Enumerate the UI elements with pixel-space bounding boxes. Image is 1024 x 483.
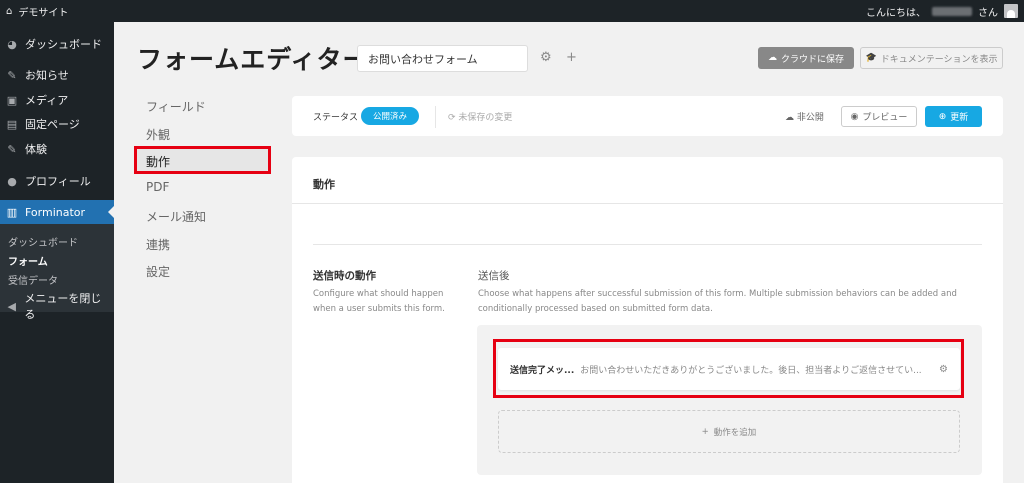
cloud-icon: ☁ (785, 112, 794, 123)
add-behavior-button[interactable]: + 動作を追加 (498, 410, 960, 453)
submenu-forms[interactable]: フォーム (8, 253, 48, 268)
avatar[interactable] (1004, 4, 1018, 18)
behavior-card: 動作 送信時の動作 Configure what should happen w… (292, 157, 1003, 483)
greeting: こんにちは、 (866, 7, 926, 19)
documentation-button[interactable]: 🎓 ドキュメンテーションを表示 (860, 47, 1003, 69)
sidebar-item-label: 体験 (25, 143, 47, 156)
sidebar-item-media[interactable]: ▣ メディア (0, 88, 114, 112)
dashboard-icon: ◕ (7, 37, 17, 51)
nav-fields[interactable]: フィールド (146, 98, 206, 115)
sidebar-item-label: 固定ページ (25, 118, 80, 131)
eye-icon: ◉ (850, 111, 859, 122)
sidebar-item-label: プロフィール (25, 175, 91, 188)
unpublish-label: 非公開 (796, 112, 824, 123)
form-name-input[interactable]: お問い合わせフォーム (357, 45, 528, 72)
sidebar-item-posts[interactable]: ✎ お知らせ (0, 63, 114, 87)
nav-pdf[interactable]: PDF (146, 180, 169, 194)
nav-integrations[interactable]: 連携 (146, 236, 170, 253)
graduation-cap-icon: 🎓 (865, 53, 877, 63)
gear-icon[interactable]: ⚙ (939, 364, 948, 375)
pin-icon: ✎ (7, 68, 17, 82)
update-button[interactable]: ⊕ 更新 (925, 106, 982, 127)
sidebar-item-label: メディア (25, 94, 69, 107)
after-submission-description: Choose what happens after successful sub… (478, 289, 957, 314)
site-name: デモサイト (18, 7, 69, 19)
submenu-dashboard[interactable]: ダッシュボード (8, 234, 78, 249)
sync-icon: ⟳ (448, 112, 456, 123)
sidebar-item-dashboard[interactable]: ◕ ダッシュボード (0, 32, 114, 56)
sidebar-item-experience[interactable]: ✎ 体験 (0, 137, 114, 161)
page-icon: ▤ (6, 117, 18, 131)
admin-sidebar: ◕ ダッシュボード ✎ お知らせ ▣ メディア ▤ 固定ページ ✎ 体験 ● プ… (0, 22, 114, 483)
nav-behavior[interactable]: 動作 (146, 153, 170, 170)
submission-message-row[interactable]: 送信完了メッ... お問い合わせいただきありがとうございました。後日、担当者より… (498, 348, 960, 390)
behavior-title: 送信完了メッ... (510, 365, 575, 376)
status-label: ステータス (313, 112, 359, 123)
sidebar-item-pages[interactable]: ▤ 固定ページ (0, 112, 114, 136)
home-icon: ⌂ (6, 5, 13, 17)
sidebar-item-label: Forminator (25, 205, 86, 219)
collapse-label: メニューを閉じる (24, 292, 102, 321)
globe-icon: ⊕ (938, 111, 947, 122)
site-link[interactable]: ⌂ デモサイト (0, 4, 68, 19)
media-icon: ▣ (6, 93, 18, 107)
divider (435, 106, 436, 128)
section-description: Configure what should happen when a user… (313, 289, 445, 314)
admin-bar: ⌂ デモサイト こんにちは、 さん (0, 0, 1024, 22)
sidebar-item-forminator[interactable]: ▥ Forminator (0, 200, 114, 224)
add-behavior-label: 動作を追加 (713, 427, 757, 438)
page-title: フォームエディター (137, 45, 369, 74)
save-cloud-button[interactable]: ☁ クラウドに保存 (758, 47, 854, 69)
nav-email-notifications[interactable]: メール通知 (146, 208, 206, 225)
user-icon: ● (7, 174, 17, 188)
unsaved-label: 未保存の変更 (458, 112, 513, 123)
divider (292, 203, 1003, 204)
pin-icon: ✎ (7, 142, 17, 156)
behaviors-list: 送信完了メッ... お問い合わせいただきありがとうございました。後日、担当者より… (477, 325, 982, 475)
unsaved-changes: ⟳ 未保存の変更 (448, 110, 512, 123)
greeting-suffix: さん (978, 7, 998, 19)
status-badge[interactable]: 公開済み (361, 107, 419, 125)
card-title: 動作 (313, 178, 335, 191)
unpublish-button[interactable]: ☁ 非公開 (785, 110, 824, 123)
preview-label: プレビュー (862, 113, 908, 123)
plus-icon[interactable]: + (566, 50, 577, 65)
submenu-submissions[interactable]: 受信データ (8, 272, 58, 287)
behavior-message: お問い合わせいただきありがとうございました。後日、担当者よりご返信させてい... (580, 365, 922, 376)
after-submission-title: 送信後 (478, 270, 510, 282)
gear-icon[interactable]: ⚙ (540, 50, 552, 65)
sidebar-item-profile[interactable]: ● プロフィール (0, 169, 114, 193)
nav-appearance[interactable]: 外観 (146, 126, 170, 143)
documentation-label: ドキュメンテーションを表示 (880, 54, 998, 65)
save-cloud-label: クラウドに保存 (780, 54, 844, 65)
collapse-icon: ◀ (7, 299, 16, 313)
blurred-username (932, 6, 972, 16)
clipboard-icon: ▥ (6, 205, 18, 219)
sidebar-item-label: お知らせ (25, 69, 69, 82)
nav-settings[interactable]: 設定 (146, 263, 170, 280)
preview-button[interactable]: ◉ プレビュー (841, 106, 917, 127)
section-title: 送信時の動作 (313, 270, 376, 282)
sidebar-item-label: ダッシュボード (25, 38, 102, 51)
update-label: 更新 (950, 113, 969, 123)
status-bar: ステータス 公開済み ⟳ 未保存の変更 ☁ 非公開 ◉ プレビュー ⊕ 更新 (292, 96, 1003, 136)
account-menu[interactable]: こんにちは、 さん (866, 4, 1024, 19)
divider (313, 244, 982, 245)
collapse-menu-button[interactable]: ◀ メニューを閉じる (0, 292, 114, 321)
plus-icon: + (701, 426, 709, 437)
cloud-icon: ☁ (767, 53, 777, 63)
